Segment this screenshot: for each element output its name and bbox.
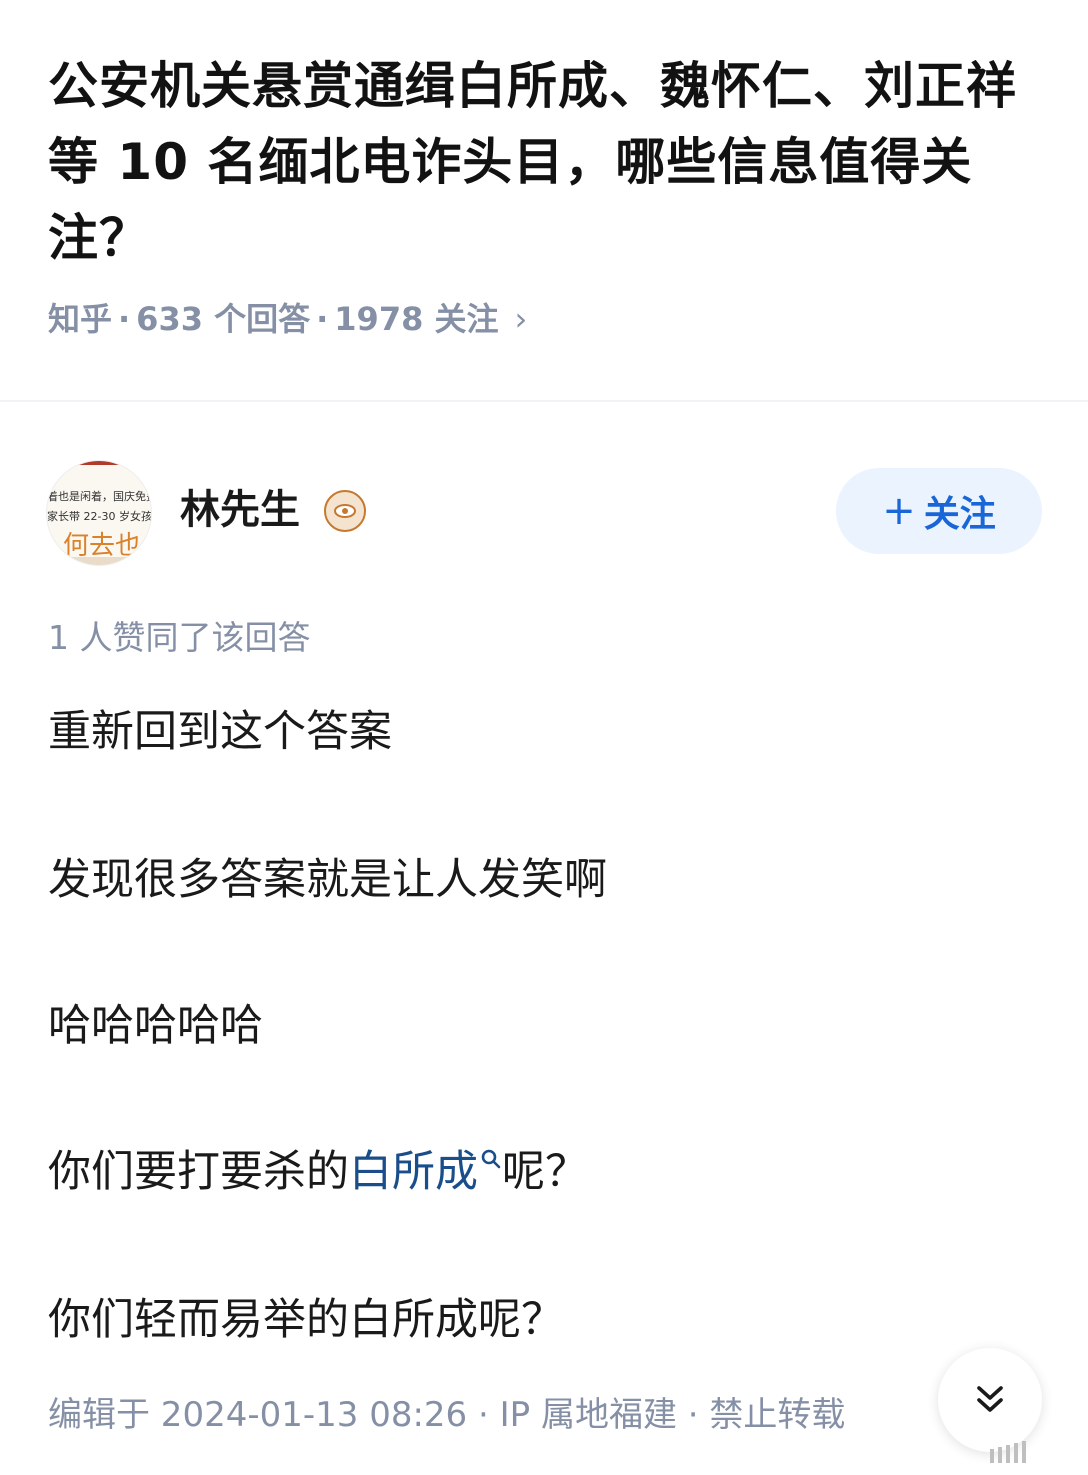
vote-count: 1 人赞同了该回答: [48, 618, 311, 657]
double-chevron-down-icon: [977, 1386, 1003, 1412]
paragraph-text: 你们要打要杀的: [48, 1147, 349, 1197]
author-name[interactable]: 林先生: [180, 484, 300, 536]
search-link[interactable]: 白所成: [349, 1147, 478, 1197]
scroll-down-button[interactable]: [938, 1348, 1042, 1452]
plus-icon: +: [882, 488, 916, 534]
meta-separator: ·: [118, 300, 131, 338]
answer-paragraph: 重新回到这个答案: [48, 707, 392, 757]
edit-info: 编辑于 2024-01-13 08:26 · IP 属地福建 · 禁止转载: [48, 1395, 846, 1435]
avatar-decoration: [47, 557, 151, 565]
followers-count: 1978 关注: [334, 300, 499, 338]
avatar-text-line: 家长带 22-30 岁女孩子: [47, 510, 152, 523]
answers-count: 633 个回答: [136, 300, 311, 338]
question-title[interactable]: 公安机关悬赏通缉白所成、魏怀仁、刘正祥等 10 名缅北电诈头目，哪些信息值得关注…: [48, 48, 1048, 276]
answer-paragraph: 你们轻而易举的白所成呢？: [48, 1295, 564, 1345]
search-icon[interactable]: [480, 1148, 502, 1170]
section-divider: [0, 400, 1088, 402]
question-meta[interactable]: 知乎 · 633 个回答 · 1978 关注 ›: [48, 296, 527, 342]
answer-paragraph: 你们要打要杀的白所成 呢？: [48, 1142, 588, 1202]
eye-icon: [334, 504, 356, 518]
avatar[interactable]: 着也是闲着，国庆免费 家长带 22-30 岁女孩子 何去也: [46, 460, 152, 566]
watermark-grip-icon: [990, 1441, 1026, 1463]
question-header: 公安机关悬赏通缉白所成、魏怀仁、刘正祥等 10 名缅北电诈头目，哪些信息值得关注…: [0, 0, 1088, 400]
answer-paragraph: 哈哈哈哈哈: [48, 1001, 263, 1051]
paragraph-text: 呢？: [502, 1147, 588, 1197]
eye-icon: [324, 490, 366, 532]
source-label: 知乎: [48, 300, 113, 338]
avatar-text-line: 着也是闲着，国庆免费: [47, 490, 152, 503]
answer-paragraph: 发现很多答案就是让人发笑啊: [48, 855, 607, 905]
chevron-right-icon: ›: [514, 300, 528, 338]
follow-label: 关注: [923, 494, 996, 535]
avatar-decoration: [73, 461, 125, 465]
follow-button[interactable]: + 关注: [836, 468, 1042, 554]
meta-separator: ·: [316, 300, 329, 338]
